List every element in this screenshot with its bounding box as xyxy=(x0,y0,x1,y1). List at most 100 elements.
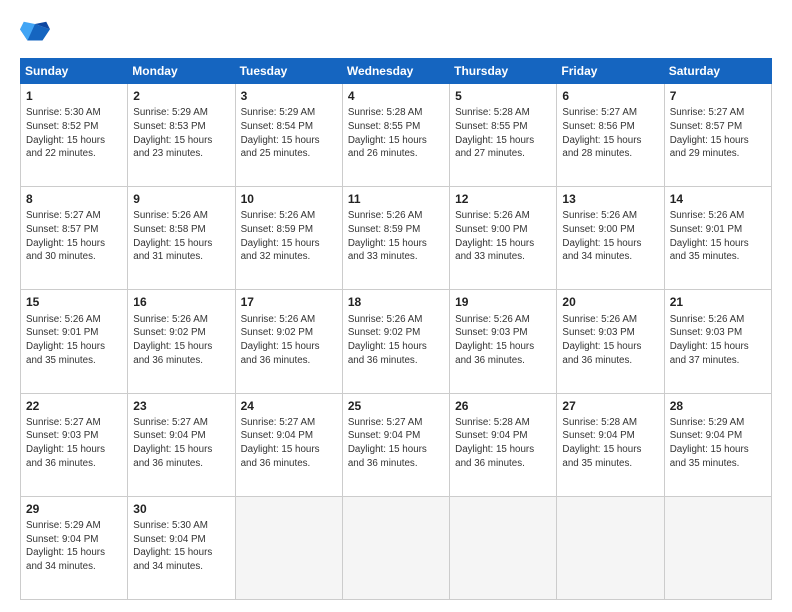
calendar-day-cell: 8 Sunrise: 5:27 AMSunset: 8:57 PMDayligh… xyxy=(21,187,128,290)
day-number: 27 xyxy=(562,398,658,414)
calendar-day-cell: 18 Sunrise: 5:26 AMSunset: 9:02 PMDaylig… xyxy=(342,290,449,393)
day-number: 21 xyxy=(670,294,766,310)
calendar-header-wednesday: Wednesday xyxy=(342,59,449,84)
calendar-day-cell: 14 Sunrise: 5:26 AMSunset: 9:01 PMDaylig… xyxy=(664,187,771,290)
calendar-week-row: 22 Sunrise: 5:27 AMSunset: 9:03 PMDaylig… xyxy=(21,393,772,496)
day-number: 8 xyxy=(26,191,122,207)
day-number: 17 xyxy=(241,294,337,310)
calendar-header-sunday: Sunday xyxy=(21,59,128,84)
calendar-week-row: 1 Sunrise: 5:30 AMSunset: 8:52 PMDayligh… xyxy=(21,84,772,187)
calendar-day-cell: 12 Sunrise: 5:26 AMSunset: 9:00 PMDaylig… xyxy=(450,187,557,290)
day-info: Sunrise: 5:30 AMSunset: 9:04 PMDaylight:… xyxy=(133,519,229,574)
calendar-day-cell: 26 Sunrise: 5:28 AMSunset: 9:04 PMDaylig… xyxy=(450,393,557,496)
day-number: 13 xyxy=(562,191,658,207)
day-number: 15 xyxy=(26,294,122,310)
day-info: Sunrise: 5:28 AMSunset: 8:55 PMDaylight:… xyxy=(348,106,444,161)
day-number: 7 xyxy=(670,88,766,104)
calendar-table: SundayMondayTuesdayWednesdayThursdayFrid… xyxy=(20,58,772,600)
day-number: 3 xyxy=(241,88,337,104)
day-number: 23 xyxy=(133,398,229,414)
day-info: Sunrise: 5:28 AMSunset: 8:55 PMDaylight:… xyxy=(455,106,551,161)
calendar-header-friday: Friday xyxy=(557,59,664,84)
day-info: Sunrise: 5:29 AMSunset: 8:53 PMDaylight:… xyxy=(133,106,229,161)
calendar-day-cell: 22 Sunrise: 5:27 AMSunset: 9:03 PMDaylig… xyxy=(21,393,128,496)
day-info: Sunrise: 5:26 AMSunset: 9:03 PMDaylight:… xyxy=(455,313,551,368)
calendar-week-row: 29 Sunrise: 5:29 AMSunset: 9:04 PMDaylig… xyxy=(21,496,772,599)
calendar-day-cell: 27 Sunrise: 5:28 AMSunset: 9:04 PMDaylig… xyxy=(557,393,664,496)
calendar-header-tuesday: Tuesday xyxy=(235,59,342,84)
day-info: Sunrise: 5:27 AMSunset: 9:04 PMDaylight:… xyxy=(133,416,229,471)
day-info: Sunrise: 5:29 AMSunset: 8:54 PMDaylight:… xyxy=(241,106,337,161)
calendar-day-cell: 28 Sunrise: 5:29 AMSunset: 9:04 PMDaylig… xyxy=(664,393,771,496)
calendar-week-row: 15 Sunrise: 5:26 AMSunset: 9:01 PMDaylig… xyxy=(21,290,772,393)
day-info: Sunrise: 5:26 AMSunset: 9:02 PMDaylight:… xyxy=(241,313,337,368)
day-number: 14 xyxy=(670,191,766,207)
day-info: Sunrise: 5:30 AMSunset: 8:52 PMDaylight:… xyxy=(26,106,122,161)
day-number: 12 xyxy=(455,191,551,207)
day-number: 5 xyxy=(455,88,551,104)
day-info: Sunrise: 5:29 AMSunset: 9:04 PMDaylight:… xyxy=(670,416,766,471)
calendar-day-cell: 3 Sunrise: 5:29 AMSunset: 8:54 PMDayligh… xyxy=(235,84,342,187)
day-info: Sunrise: 5:29 AMSunset: 9:04 PMDaylight:… xyxy=(26,519,122,574)
day-number: 18 xyxy=(348,294,444,310)
day-info: Sunrise: 5:26 AMSunset: 9:03 PMDaylight:… xyxy=(562,313,658,368)
calendar-day-cell: 11 Sunrise: 5:26 AMSunset: 8:59 PMDaylig… xyxy=(342,187,449,290)
day-number: 20 xyxy=(562,294,658,310)
calendar-day-cell: 4 Sunrise: 5:28 AMSunset: 8:55 PMDayligh… xyxy=(342,84,449,187)
day-info: Sunrise: 5:27 AMSunset: 8:56 PMDaylight:… xyxy=(562,106,658,161)
calendar-day-cell: 30 Sunrise: 5:30 AMSunset: 9:04 PMDaylig… xyxy=(128,496,235,599)
day-number: 22 xyxy=(26,398,122,414)
day-number: 25 xyxy=(348,398,444,414)
calendar-day-cell: 10 Sunrise: 5:26 AMSunset: 8:59 PMDaylig… xyxy=(235,187,342,290)
calendar-day-cell: 13 Sunrise: 5:26 AMSunset: 9:00 PMDaylig… xyxy=(557,187,664,290)
day-number: 19 xyxy=(455,294,551,310)
day-info: Sunrise: 5:27 AMSunset: 9:04 PMDaylight:… xyxy=(348,416,444,471)
day-info: Sunrise: 5:27 AMSunset: 8:57 PMDaylight:… xyxy=(670,106,766,161)
day-info: Sunrise: 5:26 AMSunset: 9:03 PMDaylight:… xyxy=(670,313,766,368)
calendar-day-cell xyxy=(235,496,342,599)
day-info: Sunrise: 5:26 AMSunset: 9:01 PMDaylight:… xyxy=(26,313,122,368)
calendar-header-row: SundayMondayTuesdayWednesdayThursdayFrid… xyxy=(21,59,772,84)
calendar-day-cell xyxy=(664,496,771,599)
calendar-day-cell: 15 Sunrise: 5:26 AMSunset: 9:01 PMDaylig… xyxy=(21,290,128,393)
day-number: 11 xyxy=(348,191,444,207)
day-number: 16 xyxy=(133,294,229,310)
day-info: Sunrise: 5:28 AMSunset: 9:04 PMDaylight:… xyxy=(562,416,658,471)
day-info: Sunrise: 5:27 AMSunset: 9:03 PMDaylight:… xyxy=(26,416,122,471)
day-number: 10 xyxy=(241,191,337,207)
day-number: 1 xyxy=(26,88,122,104)
calendar-day-cell: 7 Sunrise: 5:27 AMSunset: 8:57 PMDayligh… xyxy=(664,84,771,187)
day-info: Sunrise: 5:26 AMSunset: 8:59 PMDaylight:… xyxy=(348,209,444,264)
day-number: 29 xyxy=(26,501,122,517)
day-number: 26 xyxy=(455,398,551,414)
day-number: 2 xyxy=(133,88,229,104)
calendar-day-cell: 1 Sunrise: 5:30 AMSunset: 8:52 PMDayligh… xyxy=(21,84,128,187)
day-info: Sunrise: 5:26 AMSunset: 9:01 PMDaylight:… xyxy=(670,209,766,264)
calendar-day-cell: 21 Sunrise: 5:26 AMSunset: 9:03 PMDaylig… xyxy=(664,290,771,393)
calendar-day-cell: 16 Sunrise: 5:26 AMSunset: 9:02 PMDaylig… xyxy=(128,290,235,393)
calendar-day-cell: 29 Sunrise: 5:29 AMSunset: 9:04 PMDaylig… xyxy=(21,496,128,599)
calendar-day-cell xyxy=(342,496,449,599)
calendar-day-cell: 20 Sunrise: 5:26 AMSunset: 9:03 PMDaylig… xyxy=(557,290,664,393)
day-number: 4 xyxy=(348,88,444,104)
calendar-day-cell: 5 Sunrise: 5:28 AMSunset: 8:55 PMDayligh… xyxy=(450,84,557,187)
logo xyxy=(20,18,54,48)
day-info: Sunrise: 5:27 AMSunset: 8:57 PMDaylight:… xyxy=(26,209,122,264)
calendar-header-thursday: Thursday xyxy=(450,59,557,84)
day-number: 6 xyxy=(562,88,658,104)
calendar-day-cell: 25 Sunrise: 5:27 AMSunset: 9:04 PMDaylig… xyxy=(342,393,449,496)
page: SundayMondayTuesdayWednesdayThursdayFrid… xyxy=(0,0,792,612)
calendar-day-cell: 9 Sunrise: 5:26 AMSunset: 8:58 PMDayligh… xyxy=(128,187,235,290)
logo-icon xyxy=(20,18,50,48)
calendar-header-monday: Monday xyxy=(128,59,235,84)
day-number: 24 xyxy=(241,398,337,414)
calendar-day-cell xyxy=(557,496,664,599)
day-number: 28 xyxy=(670,398,766,414)
calendar-header-saturday: Saturday xyxy=(664,59,771,84)
calendar-day-cell: 6 Sunrise: 5:27 AMSunset: 8:56 PMDayligh… xyxy=(557,84,664,187)
day-info: Sunrise: 5:28 AMSunset: 9:04 PMDaylight:… xyxy=(455,416,551,471)
day-info: Sunrise: 5:26 AMSunset: 9:02 PMDaylight:… xyxy=(348,313,444,368)
day-info: Sunrise: 5:27 AMSunset: 9:04 PMDaylight:… xyxy=(241,416,337,471)
day-number: 30 xyxy=(133,501,229,517)
calendar-day-cell: 17 Sunrise: 5:26 AMSunset: 9:02 PMDaylig… xyxy=(235,290,342,393)
